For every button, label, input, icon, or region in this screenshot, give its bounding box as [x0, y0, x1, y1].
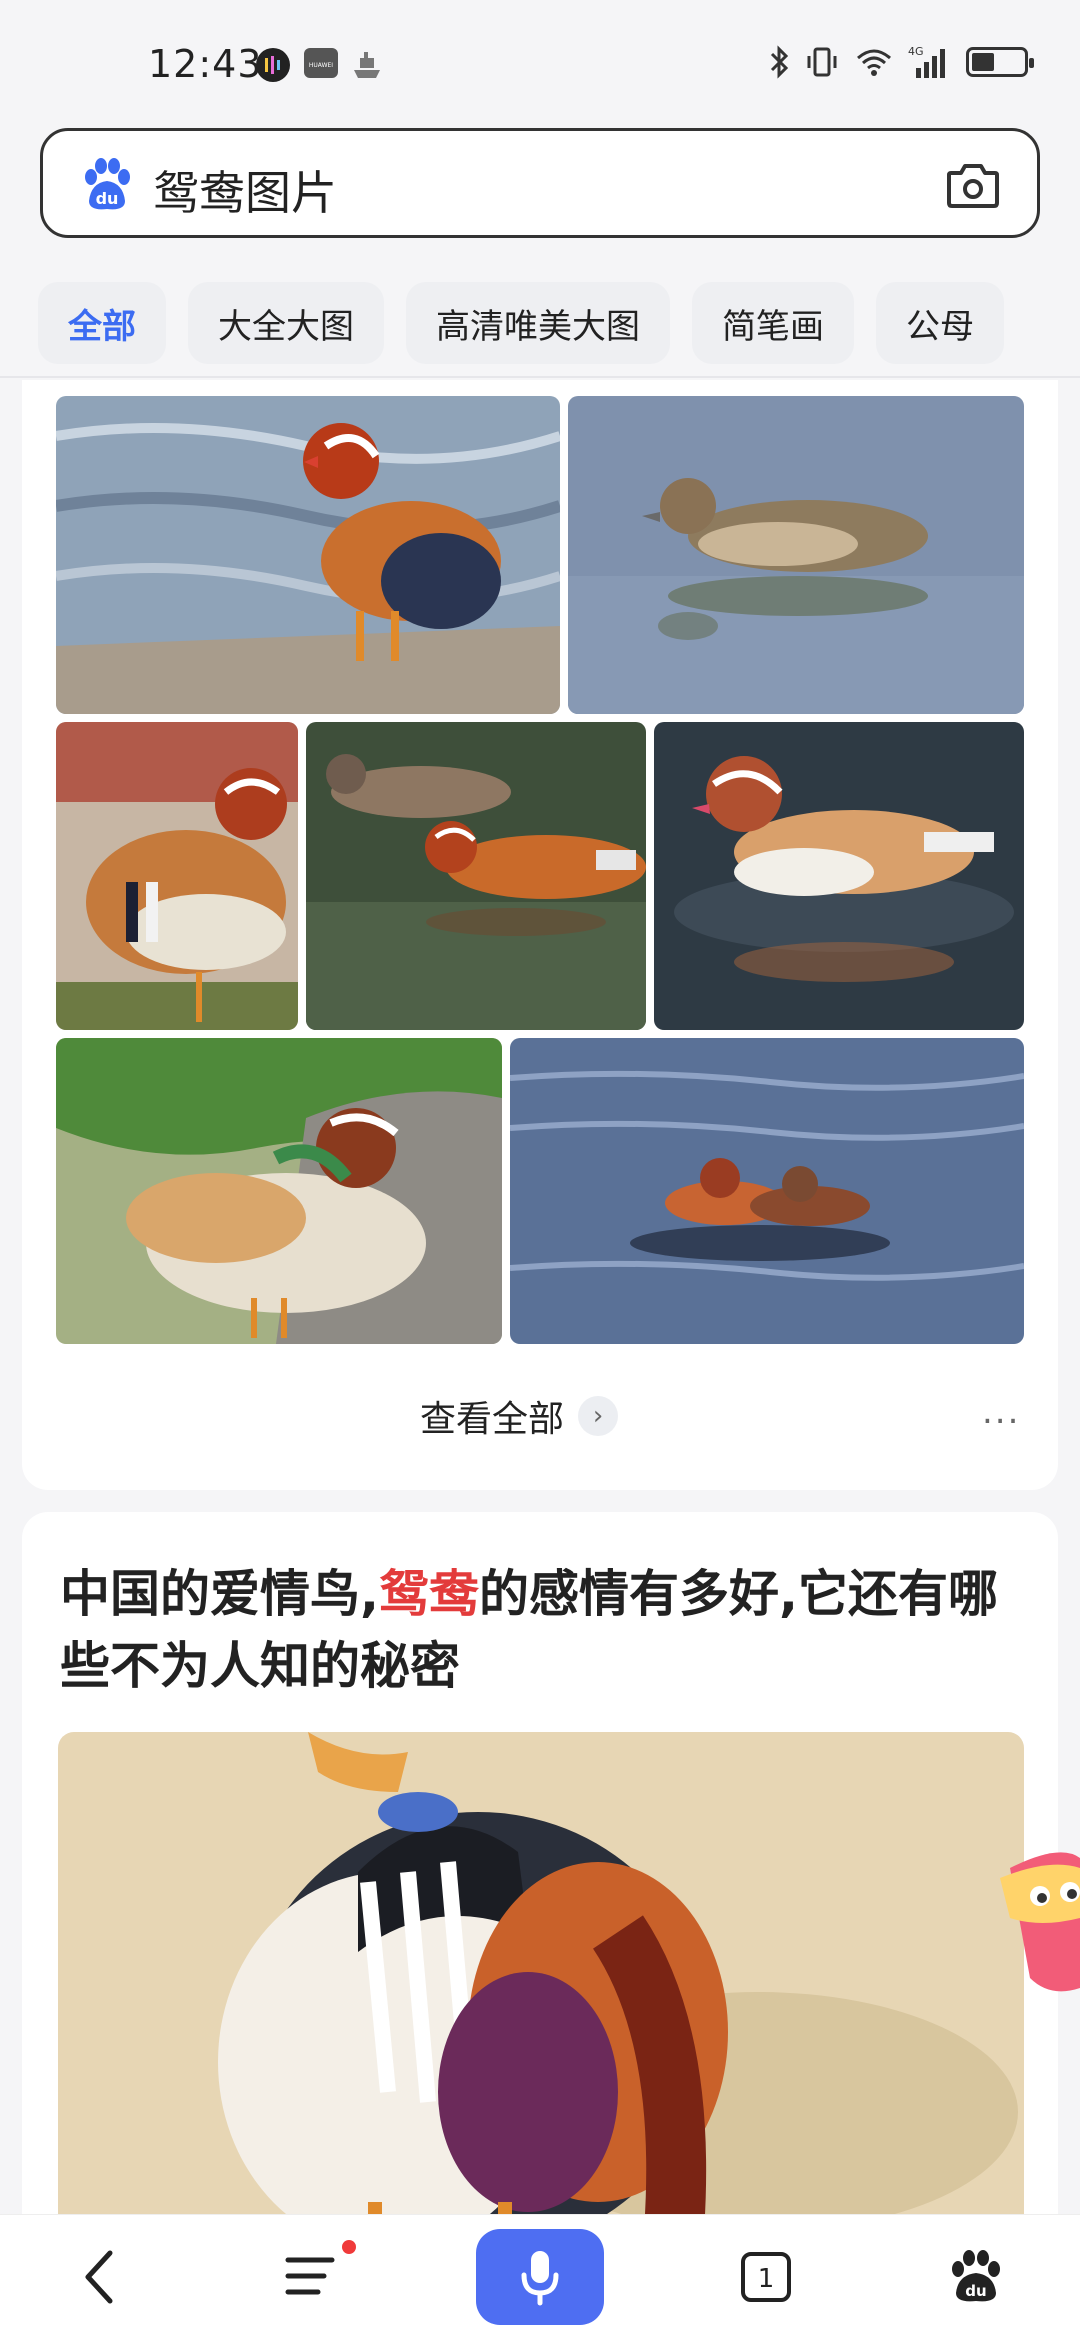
article-title[interactable]: 中国的爱情鸟,鸳鸯的感情有多好,它还有哪些不为人知的秘密 [60, 1558, 1020, 1702]
tabs-button[interactable]: 1 [726, 2237, 806, 2317]
battery-icon [966, 47, 1034, 77]
article-title-highlight: 鸳鸯 [379, 1565, 479, 1623]
bluetooth-icon [770, 45, 789, 79]
status-time: 12:43 [148, 42, 263, 86]
filter-chips: 全部 大全大图 高清唯美大图 简笔画 公母 [38, 282, 1004, 364]
chip-male-female[interactable]: 公母 [876, 282, 1004, 364]
result-image-4[interactable] [306, 722, 646, 1030]
voice-search-button[interactable] [476, 2229, 604, 2325]
chip-collection[interactable]: 大全大图 [188, 282, 384, 364]
result-image-6[interactable] [56, 1038, 502, 1344]
result-image-1[interactable] [56, 396, 560, 714]
article-image[interactable] [58, 1732, 1024, 2292]
divider [0, 376, 1080, 378]
bottom-nav: 1 du [0, 2214, 1080, 2340]
huawei-label: HUAWEI [309, 62, 333, 69]
more-options-button[interactable]: ... [982, 1392, 1020, 1432]
article-card[interactable]: 中国的爱情鸟,鸳鸯的感情有多好,它还有哪些不为人知的秘密 [22, 1512, 1058, 2292]
menu-icon[interactable] [272, 2237, 352, 2317]
view-all-label: 查看全部 [420, 1399, 565, 1440]
result-image-5[interactable] [654, 722, 1024, 1030]
microphone-icon [521, 2251, 559, 2306]
article-title-prefix: 中国的爱情鸟, [60, 1565, 379, 1623]
result-image-2[interactable] [568, 396, 1024, 714]
result-image-3[interactable] [56, 722, 298, 1030]
result-image-7[interactable] [510, 1038, 1024, 1344]
chip-sketch[interactable]: 简笔画 [692, 282, 854, 364]
baidu-home-icon[interactable]: du [936, 2237, 1016, 2317]
home-logo-text: du [965, 2282, 986, 2300]
ship-app-icon [350, 48, 384, 82]
chevron-right-icon: › [578, 1396, 619, 1436]
logo-text: du [96, 189, 119, 208]
search-input[interactable]: 鸳鸯图片 [153, 157, 337, 223]
view-all-button[interactable]: 查看全部 › [420, 1390, 619, 1442]
music-app-icon [256, 48, 290, 82]
notification-dot [342, 2240, 356, 2254]
chip-hd[interactable]: 高清唯美大图 [406, 282, 670, 364]
wifi-icon [857, 49, 891, 76]
camera-icon[interactable] [945, 159, 1001, 211]
back-icon[interactable] [60, 2237, 140, 2317]
status-icons: 4G [768, 44, 1034, 80]
network-type: 4G [908, 45, 924, 58]
signal-icon: 4G [908, 45, 945, 78]
status-bar: 12:43 HUAWEI 4G [0, 0, 1080, 128]
tabs-count: 1 [758, 2264, 775, 2294]
search-bar[interactable]: du 鸳鸯图片 [40, 128, 1040, 238]
chip-all[interactable]: 全部 [38, 282, 166, 364]
baidu-paw-icon: du [85, 158, 130, 210]
huawei-app-icon: HUAWEI [304, 48, 338, 78]
vibrate-icon [807, 47, 837, 77]
floating-sticker-icon[interactable] [990, 1848, 1080, 1998]
